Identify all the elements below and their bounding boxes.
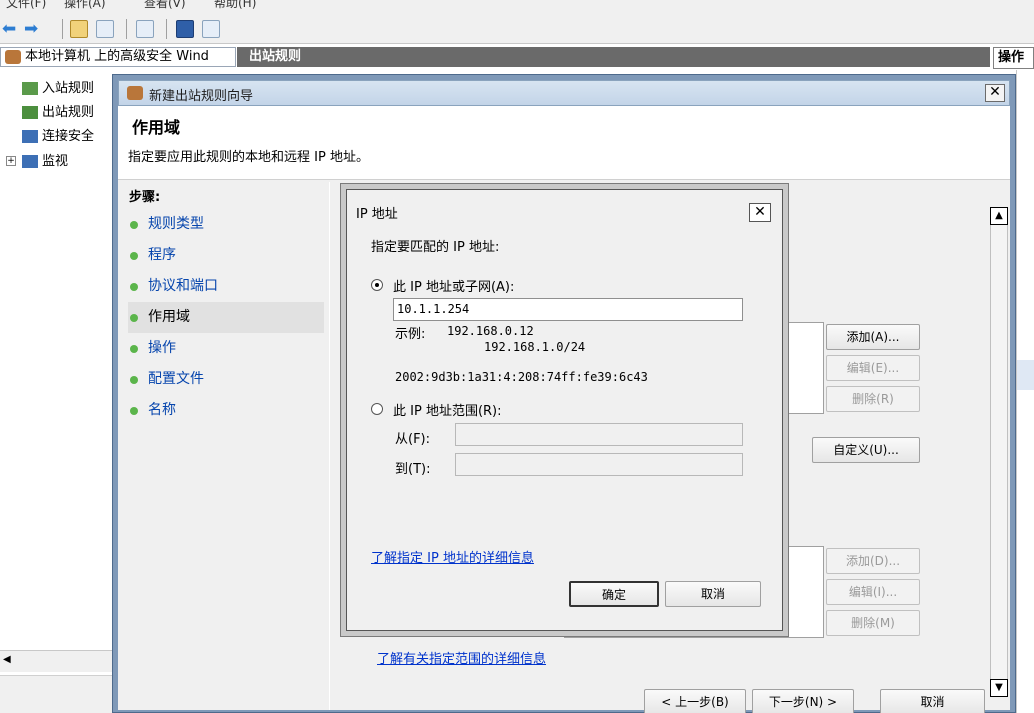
ip-dialog-titlebar [347,190,782,218]
range-to-input[interactable] [455,453,743,476]
page-heading: 作用域 [132,118,181,137]
scope-help-link[interactable]: 了解有关指定范围的详细信息 [377,648,546,667]
ip-prompt: 指定要匹配的 IP 地址: [371,240,500,255]
example-label: 示例: [395,327,426,342]
ip-help-link[interactable]: 了解指定 IP 地址的详细信息 [371,547,534,566]
menu-help[interactable]: 帮助(H) [214,0,256,11]
scroll-left-icon[interactable]: ◀ [3,654,11,665]
range-option-label[interactable]: 此 IP 地址范围(R): [393,400,502,419]
back-button[interactable]: < 上一步(B) [644,689,746,713]
wizard-titlebar: 新建出站规则向导 ✕ [118,80,1010,106]
range-radio[interactable] [371,403,383,415]
next-button[interactable]: 下一步(N) > [752,689,854,713]
example-subnet: 192.168.1.0/24 [484,340,586,354]
step-program[interactable]: 程序 [128,240,324,271]
local-remove-button[interactable]: 删除(R) [826,386,920,412]
back-arrow-icon[interactable]: ⬅ [2,19,16,39]
step-name[interactable]: 名称 [128,395,324,426]
toolbar: ⬅ ➡ [0,14,1034,44]
monitor-icon [22,155,38,168]
to-label: 到(T): [395,462,431,477]
step-protocol-ports[interactable]: 协议和端口 [128,271,324,302]
example-ipv6: 2002:9d3b:1a31:4:208:74ff:fe39:6c43 [395,370,648,384]
cancel-button[interactable]: 取消 [880,689,985,713]
subnet-input[interactable]: 10.1.1.254 [393,298,743,321]
show-tree-icon[interactable] [96,20,114,38]
actions-pane [1016,70,1034,713]
tree-item-inbound[interactable]: 入站规则 [22,80,94,98]
wizard-close-button[interactable]: ✕ [985,84,1005,102]
from-label: 从(F): [395,432,431,447]
outbound-rules-tab[interactable]: 出站规则 [237,47,990,67]
tree-item-connection-security[interactable]: 连接安全 [22,128,94,146]
firewall-icon [127,86,143,100]
step-action[interactable]: 操作 [128,333,324,364]
properties-icon[interactable] [202,20,220,38]
tree-root-title[interactable]: 本地计算机 上的高级安全 Wind [0,47,236,67]
wizard-header: 作用域 指定要应用此规则的本地和远程 IP 地址。 [118,106,1010,180]
customize-button[interactable]: 自定义(U)... [812,437,920,463]
tree-item-outbound[interactable]: 出站规则 [22,104,94,122]
help-icon[interactable] [176,20,194,38]
ip-cancel-button[interactable]: 取消 [665,581,761,607]
tree-item-monitoring[interactable]: + 监视 [6,153,68,171]
steps-label: 步骤: [129,190,161,205]
page-description: 指定要应用此规则的本地和远程 IP 地址。 [128,150,369,165]
local-add-button[interactable]: 添加(A)... [826,324,920,350]
step-scope[interactable]: 作用域 [128,302,324,333]
step-profile[interactable]: 配置文件 [128,364,324,395]
actions-pane-header: 操作 [993,47,1034,69]
range-from-input[interactable] [455,423,743,446]
ip-dialog-title: IP 地址 [356,207,398,222]
wizard-scrollbar[interactable]: ▲ ▼ [990,207,1008,697]
wizard-title: 新建出站规则向导 [149,89,254,104]
horizontal-scrollbar[interactable]: ◀ [0,650,112,672]
subnet-option-label[interactable]: 此 IP 地址或子网(A): [393,276,514,295]
menu-view[interactable]: 查看(V) [144,0,186,11]
remote-remove-button[interactable]: 删除(M) [826,610,920,636]
ok-button[interactable]: 确定 [569,581,659,607]
status-bar [0,675,112,713]
step-rule-type[interactable]: 规则类型 [128,209,324,240]
menu-action[interactable]: 操作(A) [64,0,106,11]
subnet-radio[interactable] [371,279,383,291]
menu-bar: 文件(F) 操作(A) 查看(V) 帮助(H) [0,0,1034,14]
ip-address-dialog: IP 地址 ✕ 指定要匹配的 IP 地址: 此 IP 地址或子网(A): 10.… [346,189,783,631]
inbound-rules-icon [22,82,38,95]
scroll-up-icon[interactable]: ▲ [990,207,1008,225]
export-list-icon[interactable] [136,20,154,38]
expand-icon[interactable]: + [6,156,16,166]
example-ipv4: 192.168.0.12 [447,324,534,338]
ip-dialog-close-button[interactable]: ✕ [749,203,771,222]
connection-security-icon [22,130,38,143]
firewall-icon [5,50,21,64]
scroll-down-icon[interactable]: ▼ [990,679,1008,697]
folder-up-icon[interactable] [70,20,88,38]
outbound-rules-icon [22,106,38,119]
local-edit-button[interactable]: 编辑(E)... [826,355,920,381]
menu-file[interactable]: 文件(F) [6,0,46,11]
remote-add-button[interactable]: 添加(D)... [826,548,920,574]
remote-edit-button[interactable]: 编辑(I)... [826,579,920,605]
forward-arrow-icon[interactable]: ➡ [24,19,38,39]
